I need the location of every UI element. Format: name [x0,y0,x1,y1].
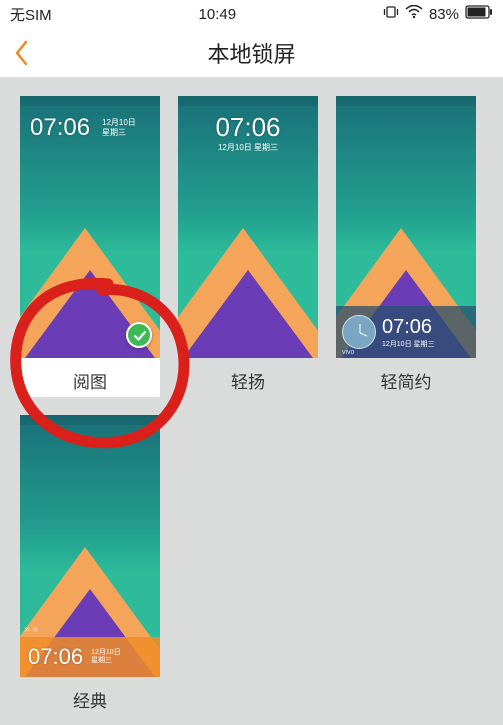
lock-time: 07:06 [28,644,83,670]
lock-date: 12月10日 星期三 [91,649,121,665]
lock-time: 07:06 [178,112,318,143]
theme-thumbnail: » » 07:06 12月10日 星期三 [20,415,160,677]
lock-date: 12月10日 星期三 [102,118,136,138]
theme-item-qingyang[interactable]: 07:06 12月10日 星期三 轻扬 [178,96,318,397]
lock-date: 12月10日 星期三 [178,142,318,153]
theme-thumbnail: 07:06 12月10日 星期三 [178,96,318,358]
theme-item-jingdian[interactable]: » » 07:06 12月10日 星期三 经典 [20,415,160,716]
analog-clock-icon [342,315,376,349]
lock-time: 07:06 [382,316,435,339]
wifi-icon [405,5,423,23]
back-button[interactable] [14,40,28,66]
brand-label: vivo [342,349,354,356]
vibrate-icon [383,5,399,23]
header: 本地锁屏 [0,28,503,78]
theme-label: 阅图 [20,358,160,397]
theme-thumbnail: 07:06 12月10日 星期三 [20,96,160,358]
selected-check-icon [126,322,152,348]
lock-date: 12月10日 星期三 [382,339,435,349]
sim-status: 无SIM [10,4,52,25]
battery-icon [465,5,493,23]
theme-thumbnail: 07:06 12月10日 星期三 vivo [336,96,476,358]
status-bar: 无SIM 10:49 83% [0,0,503,28]
lock-time: 07:06 [30,114,90,142]
theme-item-qingjianyue[interactable]: 07:06 12月10日 星期三 vivo 轻简约 [336,96,476,397]
theme-item-yuetu[interactable]: 07:06 12月10日 星期三 阅图 [20,96,160,397]
theme-label: 轻扬 [178,358,318,397]
battery-percent: 83% [429,6,459,23]
swipe-arrows-icon: » » [24,624,38,635]
status-time: 10:49 [199,6,237,23]
theme-label: 经典 [20,677,160,716]
page-title: 本地锁屏 [207,37,295,69]
theme-grid: 07:06 12月10日 星期三 阅图 07:06 12月10日 星期三 轻扬 [0,78,503,716]
theme-label: 轻简约 [336,358,476,397]
